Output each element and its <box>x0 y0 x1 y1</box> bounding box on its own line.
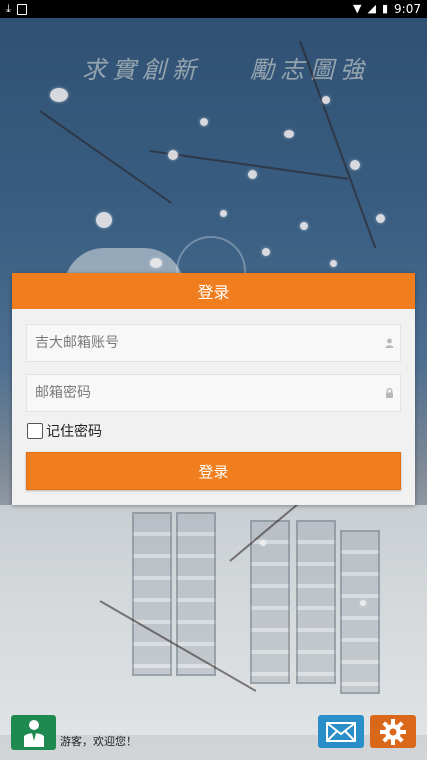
login-card-title: 登录 <box>12 273 415 309</box>
wifi-icon: ▼ <box>353 2 362 15</box>
user-icon <box>378 338 400 348</box>
signal-icon: ◢ <box>367 2 376 15</box>
settings-button[interactable] <box>370 715 416 748</box>
background-blossom <box>220 210 227 217</box>
background-blossom <box>262 248 270 256</box>
bottom-bar: 游客，欢迎您！ <box>0 713 427 760</box>
welcome-text: 游客，欢迎您！ <box>60 735 137 748</box>
background-blossom <box>284 130 294 138</box>
status-bar: ⤓ ▼ ◢ ▮ 9:07 <box>0 0 427 18</box>
background-blossom <box>376 214 385 223</box>
battery-icon: ▮ <box>381 2 389 15</box>
background-calligraphy-left: 求實創新 <box>82 56 202 84</box>
gear-icon <box>380 718 406 745</box>
background-branch <box>39 110 172 204</box>
password-input[interactable] <box>27 385 378 401</box>
background-blossom <box>350 160 360 170</box>
background-blossom <box>248 170 257 179</box>
background-blossom <box>150 258 162 268</box>
lock-icon <box>378 388 400 398</box>
login-card: 登录 记住密码 登录 <box>12 273 415 505</box>
remember-password-checkbox[interactable] <box>27 423 43 439</box>
status-time: 9:07 <box>394 2 421 16</box>
background-blossom <box>200 118 208 126</box>
avatar[interactable] <box>11 715 56 750</box>
background-blossom <box>50 88 68 102</box>
mail-icon <box>326 721 356 742</box>
background-blossom <box>168 150 178 160</box>
remember-password-label: 记住密码 <box>46 424 102 440</box>
email-field-row <box>26 324 401 362</box>
background-blossom <box>300 222 308 230</box>
password-field-row <box>26 374 401 412</box>
background-blossom <box>96 212 112 228</box>
download-icon: ⤓ <box>6 2 11 15</box>
background-blossom <box>260 540 266 546</box>
background-blossom <box>322 96 330 104</box>
background-window <box>296 520 336 684</box>
background-window <box>250 520 290 684</box>
background-window <box>132 512 172 676</box>
login-button[interactable]: 登录 <box>26 452 401 490</box>
email-input[interactable] <box>27 335 378 351</box>
notification-icon <box>16 3 27 15</box>
background-blossom <box>330 260 337 267</box>
person-icon <box>23 719 44 747</box>
login-screen: 求實創新 勵志圖強 ⤓ ▼ ◢ ▮ 9:07 登录 <box>0 0 427 760</box>
background-blossom <box>360 600 366 606</box>
background-window <box>340 530 380 694</box>
background-window <box>176 512 216 676</box>
remember-password-toggle[interactable]: 记住密码 <box>27 421 102 441</box>
mail-button[interactable] <box>318 715 364 748</box>
